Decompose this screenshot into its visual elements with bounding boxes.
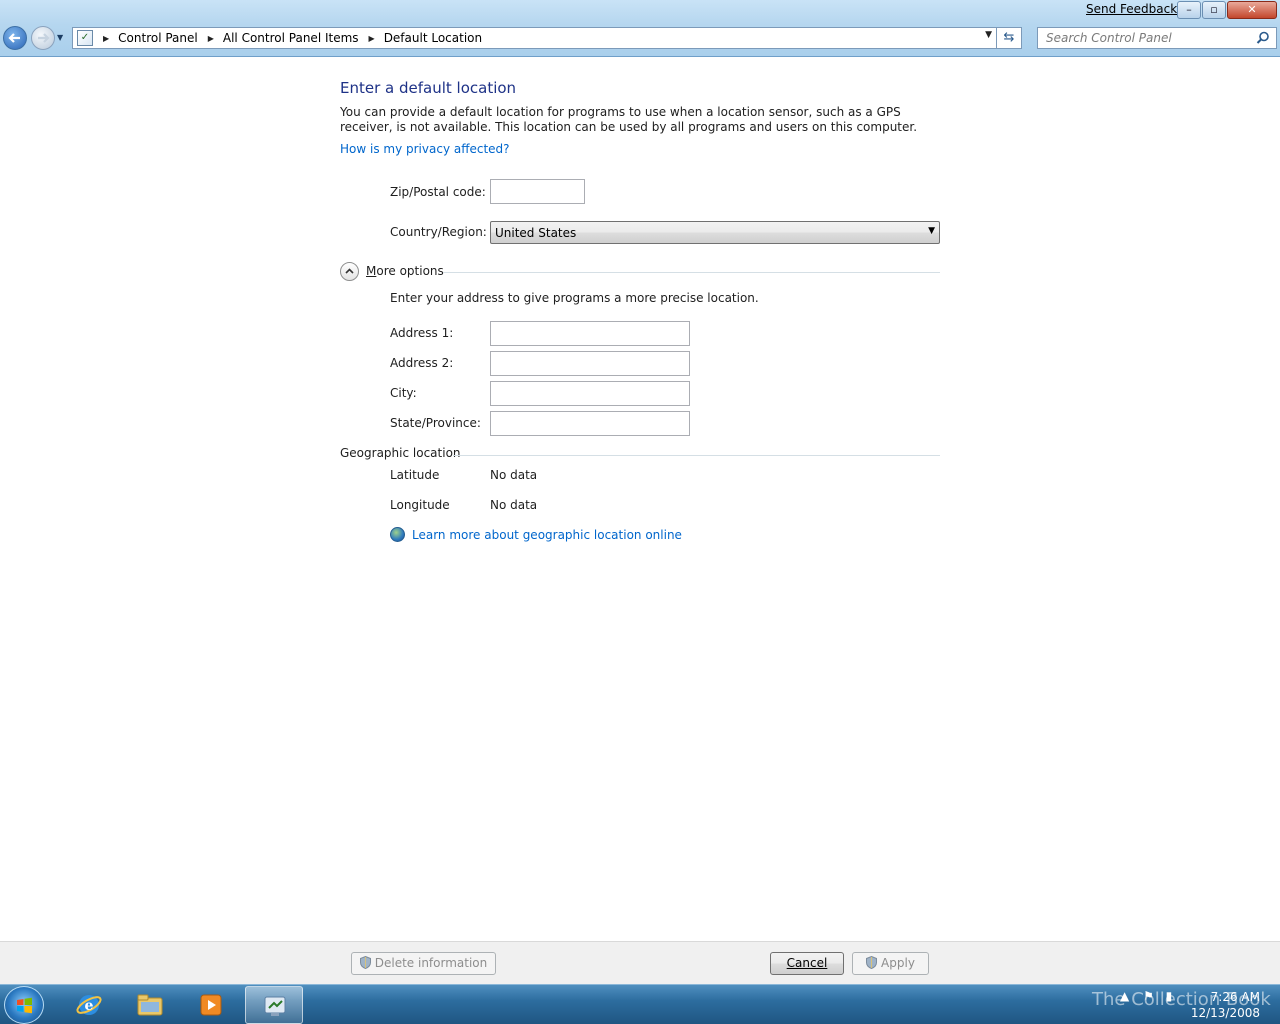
clock-time: 7:26 AM [1210, 990, 1260, 1004]
refresh-icon: ⇆ [1003, 30, 1015, 45]
breadcrumb-separator-icon[interactable]: ▶ [208, 34, 214, 43]
country-selected-value: United States [495, 226, 577, 240]
city-label: City: [390, 386, 417, 400]
address2-label: Address 2: [390, 356, 454, 370]
address-history-dropdown-icon[interactable]: ▼ [985, 30, 992, 40]
apply-label: Apply [881, 956, 915, 970]
taskbar: e The Collection Book ▲ ⚑ ▮ 7:26 AM 12/1… [0, 984, 1280, 1024]
arrow-right-icon [38, 33, 50, 43]
restore-button[interactable]: ▫ [1202, 1, 1226, 19]
chevron-down-icon: ▼ [928, 226, 935, 236]
action-center-flag-icon[interactable]: ⚑ [1143, 989, 1154, 1003]
search-input[interactable] [1038, 28, 1248, 48]
media-player-icon [200, 994, 222, 1016]
zip-field[interactable] [491, 180, 584, 203]
more-options-label-rest: ore options [376, 264, 444, 278]
taskbar-control-panel[interactable] [245, 986, 303, 1024]
notification-area[interactable]: ▲ ⚑ ▮ [1120, 989, 1172, 1003]
learn-more-row: Learn more about geographic location onl… [390, 527, 682, 542]
search-box[interactable] [1037, 27, 1277, 49]
svg-text:e: e [85, 998, 94, 1014]
back-button[interactable] [3, 26, 27, 50]
minimize-button[interactable]: – [1177, 1, 1201, 19]
learn-more-link[interactable]: Learn more about geographic location onl… [412, 528, 682, 542]
show-hidden-icons-icon[interactable]: ▲ [1120, 989, 1129, 1003]
footer-bar: Delete information Cancel Apply [0, 941, 1280, 984]
breadcrumb-control-panel[interactable]: Control Panel [118, 31, 198, 45]
longitude-value: No data [490, 498, 538, 512]
address2-field-box [490, 351, 690, 376]
more-options-divider [443, 272, 940, 273]
breadcrumb-default-location[interactable]: Default Location [384, 31, 482, 45]
taskbar-internet-explorer[interactable]: e [60, 986, 118, 1024]
start-button[interactable] [4, 986, 44, 1024]
address-bar[interactable]: ✓ ▶ Control Panel ▶ All Control Panel It… [72, 27, 997, 49]
uac-shield-icon [359, 956, 371, 969]
address1-field-box [490, 321, 690, 346]
geo-location-divider [453, 455, 940, 456]
windows-logo-icon [17, 997, 32, 1014]
city-field[interactable] [491, 382, 689, 405]
close-button[interactable]: ✕ [1227, 1, 1277, 19]
latitude-label: Latitude [390, 468, 440, 482]
internet-explorer-icon: e [76, 995, 102, 1015]
address1-field[interactable] [491, 322, 689, 345]
control-panel-icon [264, 996, 286, 1016]
delete-information-label: Delete information [374, 956, 488, 970]
cancel-button[interactable]: Cancel [770, 952, 844, 975]
globe-icon [390, 527, 405, 542]
page-description: You can provide a default location for p… [340, 105, 918, 134]
chevron-up-icon [345, 268, 354, 274]
taskbar-windows-explorer[interactable] [121, 986, 179, 1024]
send-feedback-link[interactable]: Send Feedback [1086, 2, 1177, 16]
address1-label: Address 1: [390, 326, 454, 340]
folder-icon [137, 994, 163, 1016]
search-icon[interactable] [1256, 31, 1270, 45]
apply-button[interactable]: Apply [852, 952, 929, 975]
address-hint: Enter your address to give programs a mo… [390, 291, 759, 305]
refresh-button[interactable]: ⇆ [997, 27, 1022, 49]
arrow-left-icon [8, 33, 20, 43]
delete-information-button[interactable]: Delete information [351, 952, 496, 975]
more-options-mnemonic: M [366, 264, 377, 278]
zip-field-box [490, 179, 585, 204]
network-icon[interactable]: ▮ [1166, 989, 1173, 1003]
state-label: State/Province: [390, 416, 481, 430]
control-panel-icon: ✓ [77, 30, 93, 46]
uac-shield-icon [866, 956, 878, 969]
taskbar-media-player[interactable] [182, 986, 240, 1024]
more-options-label[interactable]: More options [366, 264, 444, 278]
state-field[interactable] [491, 412, 689, 435]
state-field-box [490, 411, 690, 436]
country-label: Country/Region: [390, 225, 487, 239]
forward-button[interactable] [31, 26, 55, 50]
breadcrumb-separator-icon[interactable]: ▶ [369, 34, 375, 43]
zip-label: Zip/Postal code: [390, 185, 486, 199]
country-select[interactable]: United States ▼ [490, 221, 940, 244]
content-area: Enter a default location You can provide… [0, 57, 1280, 941]
more-options-toggle[interactable] [340, 262, 359, 281]
address2-field[interactable] [491, 352, 689, 375]
latitude-value: No data [490, 468, 538, 482]
longitude-label: Longitude [390, 498, 450, 512]
breadcrumb: ▶ Control Panel ▶ All Control Panel Item… [93, 31, 482, 45]
breadcrumb-separator-icon[interactable]: ▶ [103, 34, 109, 43]
clock-date: 12/13/2008 [1190, 1006, 1260, 1020]
breadcrumb-all-items[interactable]: All Control Panel Items [223, 31, 359, 45]
window-chrome: Send Feedback – ▫ ✕ ▼ ✓ ▶ Control Panel … [0, 0, 1280, 57]
privacy-link[interactable]: How is my privacy affected? [340, 142, 510, 156]
clock[interactable]: 7:26 AM 12/13/2008 [1191, 989, 1260, 1021]
recent-pages-dropdown[interactable]: ▼ [57, 33, 63, 42]
page-title: Enter a default location [340, 79, 517, 97]
city-field-box [490, 381, 690, 406]
geo-location-header: Geographic location [340, 446, 461, 460]
